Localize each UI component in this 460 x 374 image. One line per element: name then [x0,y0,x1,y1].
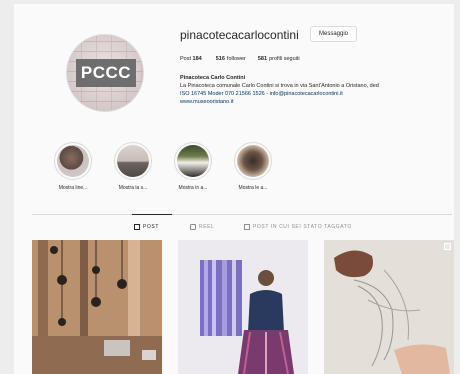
story-highlight[interactable]: Mostra line... [52,142,94,191]
carousel-icon [444,243,451,250]
highlight-label: Mostra line... [58,185,88,191]
highlight-ring [114,142,152,180]
active-tab-indicator [132,214,172,215]
stat-posts: Post 184 [180,56,204,62]
bio-contact-line: ISO 16745 Moder 070 21566 1526 - info@pi… [180,91,343,97]
highlight-thumbnail [117,145,149,177]
tab-posts[interactable]: POST [134,224,159,230]
stat-followers[interactable]: 516 follower [216,56,246,62]
bio-description: La Pinacoteca comunale Carlo Contini si … [180,83,379,89]
story-highlight[interactable]: Mostra le a... [232,142,274,191]
message-button[interactable]: Messaggio [310,26,358,42]
highlight-ring [234,142,272,180]
grid-icon [134,224,140,230]
tab-posts-label: POST [143,224,160,230]
highlight-label: Mostra le a... [238,185,268,191]
tagged-icon [244,224,250,230]
stat-following-count: 581 [257,56,268,62]
stat-posts-label: Post [180,56,192,62]
stat-posts-count: 184 [192,56,202,62]
stat-following-label: profili seguiti [269,56,300,62]
highlight-thumbnail [177,145,209,177]
instagram-profile-page: PCCC pinacotecacarlocontini Messaggio Po… [14,4,454,374]
post-thumbnail[interactable] [32,240,162,374]
highlight-label: Mostra la s... [118,185,148,191]
tab-reels[interactable]: REEL [190,224,214,230]
post-image-drawing-with-hand [324,240,454,374]
tab-tagged-label: POST IN CUI SEI STATO TAGGATO [253,224,352,230]
profile-avatar[interactable]: PCCC [66,34,144,112]
highlight-ring [174,142,212,180]
post-image-hanging-sculptures [32,240,162,374]
profile-username: pinacotecacarlocontini [180,28,299,42]
bio-website-link[interactable]: www.museooristano.it [180,98,452,106]
tab-reels-label: REEL [199,224,215,230]
reel-icon [190,224,196,230]
bio-name: Pinacoteca Carlo Contini [180,75,246,81]
tab-tagged[interactable]: POST IN CUI SEI STATO TAGGATO [244,224,352,230]
story-highlight[interactable]: Mostra la s... [112,142,154,191]
stat-following[interactable]: 581 profili seguiti [258,56,300,62]
profile-stats: Post 184 516 follower 581 profili seguiti [180,56,300,62]
post-image-visitor-at-painting [178,240,308,374]
highlight-thumbnail [57,145,89,177]
highlight-label: Mostra in a... [178,185,208,191]
stat-followers-count: 516 [215,56,225,62]
highlight-thumbnail [237,145,269,177]
avatar-logo: PCCC [76,59,136,87]
post-thumbnail[interactable] [324,240,454,374]
highlight-ring [54,142,92,180]
story-highlight[interactable]: Mostra in a... [172,142,214,191]
post-thumbnail[interactable] [178,240,308,374]
stat-followers-label: follower [226,56,246,62]
profile-bio: Pinacoteca Carlo Contini La Pinacoteca c… [180,74,452,106]
tabs-divider [32,214,452,215]
